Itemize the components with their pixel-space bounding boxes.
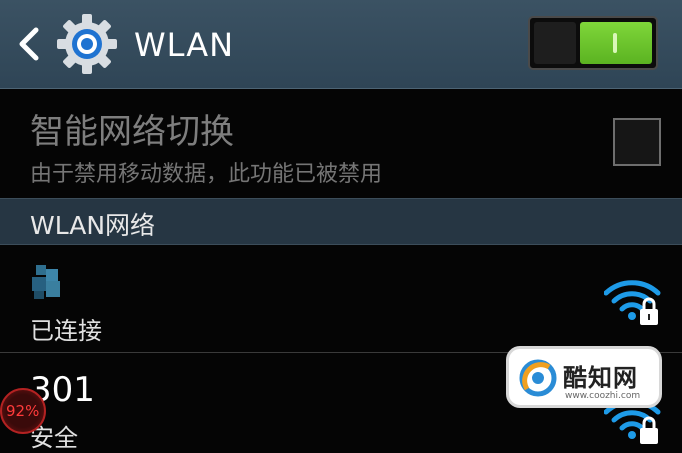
smart-network-switch-item[interactable]: 智能网络切换 由于禁用移动数据，此功能已被禁用 bbox=[0, 88, 682, 198]
watermark-url: www.coozhi.com bbox=[565, 391, 641, 401]
wifi-locked-icon bbox=[604, 280, 661, 325]
smart-switch-checkbox[interactable] bbox=[613, 118, 661, 166]
memory-meter-badge[interactable]: 92% bbox=[0, 388, 46, 434]
coozhi-logo-icon bbox=[519, 359, 557, 397]
meter-value: 92% bbox=[6, 402, 40, 420]
section-title: WLAN网络 bbox=[30, 211, 156, 240]
ssid-pixelated bbox=[30, 263, 70, 303]
chevron-left-icon[interactable] bbox=[14, 26, 44, 62]
toggle-off-segment bbox=[534, 22, 576, 64]
gear-icon bbox=[57, 14, 117, 74]
watermark-name: 酷知网 bbox=[563, 364, 638, 392]
app-header: WLAN bbox=[0, 0, 682, 89]
smart-switch-title: 智能网络切换 bbox=[30, 112, 234, 152]
network-status: 已连接 bbox=[30, 317, 102, 345]
page-title: WLAN bbox=[134, 26, 235, 64]
toggle-grip bbox=[613, 33, 617, 53]
toggle-on-thumb[interactable] bbox=[580, 22, 652, 64]
wlan-toggle[interactable] bbox=[528, 16, 658, 70]
wlan-networks-section-header: WLAN网络 bbox=[0, 198, 682, 245]
smart-switch-subtitle: 由于禁用移动数据，此功能已被禁用 bbox=[30, 162, 383, 187]
network-item-connected[interactable]: 已连接 bbox=[0, 245, 682, 353]
watermark-logo: 酷知网 www.coozhi.com bbox=[506, 346, 662, 408]
